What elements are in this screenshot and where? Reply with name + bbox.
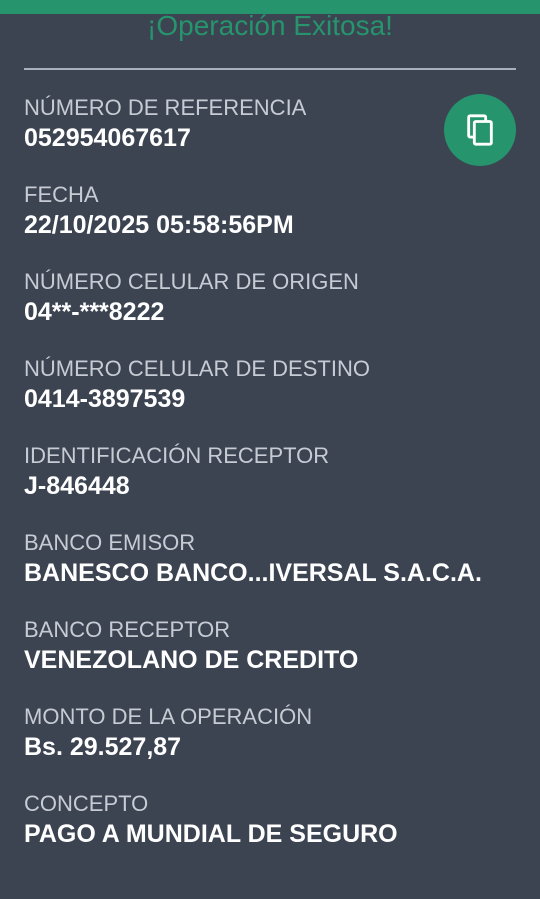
field-issuing-bank: BANCO EMISOR BANESCO BANCO...IVERSAL S.A… [24,529,524,616]
field-label: BANCO RECEPTOR [24,617,231,642]
field-value: VENEZOLANO DE CREDITO [24,646,359,674]
copy-button[interactable] [444,94,516,166]
receipt-screen: ¡Operación Exitosa! NÚMERO DE REFERENCIA… [0,0,540,899]
field-concept: CONCEPTO PAGO A MUNDIAL DE SEGURO [24,790,524,877]
field-value: 22/10/2025 05:58:56PM [24,211,294,239]
field-value: J-846448 [24,472,130,500]
page-title: ¡Operación Exitosa! [147,10,393,41]
field-amount: MONTO DE LA OPERACIÓN Bs. 29.527,87 [24,703,524,790]
field-date: FECHA 22/10/2025 05:58:56PM [24,181,524,268]
field-value: BANESCO BANCO...IVERSAL S.A.C.A. [24,559,482,587]
field-value: 04**-***8222 [24,298,165,326]
field-receiving-bank: BANCO RECEPTOR VENEZOLANO DE CREDITO [24,616,524,703]
field-label: IDENTIFICACIÓN RECEPTOR [24,443,330,468]
copy-icon [467,114,493,146]
field-receiver-id: IDENTIFICACIÓN RECEPTOR J-846448 [24,442,524,529]
field-label: BANCO EMISOR [24,530,196,555]
field-value: Bs. 29.527,87 [24,733,182,761]
field-label: CONCEPTO [24,791,149,816]
field-label: NÚMERO CELULAR DE ORIGEN [24,269,359,294]
field-label: NÚMERO CELULAR DE DESTINO [24,356,370,381]
field-label: MONTO DE LA OPERACIÓN [24,704,313,729]
field-value: PAGO A MUNDIAL DE SEGURO [24,820,398,848]
receipt-details: NÚMERO DE REFERENCIA 052954067617 FECHA … [24,94,524,877]
title-divider [24,68,516,70]
field-label: FECHA [24,182,99,207]
field-value: 0414-3897539 [24,385,186,413]
field-origin-phone: NÚMERO CELULAR DE ORIGEN 04**-***8222 [24,268,524,355]
field-destination-phone: NÚMERO CELULAR DE DESTINO 0414-3897539 [24,355,524,442]
